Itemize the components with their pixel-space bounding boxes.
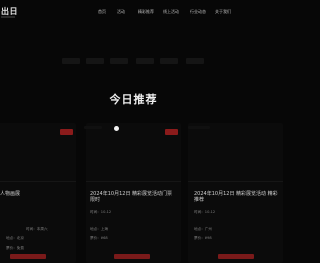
card-divider: [86, 181, 181, 182]
card-title[interactable]: 人物画展: [0, 191, 70, 197]
hot-badge: [60, 129, 73, 135]
card-meta-time: 时间：10-12: [194, 210, 216, 214]
mouse-cursor: [114, 126, 119, 131]
event-card-3[interactable]: 2024年10月12日 精彩展览活动 精彩推荐 时间：10-12 地点：广州 票…: [188, 123, 283, 263]
filter-chip-salon[interactable]: [186, 58, 204, 64]
card-meta-price: 票价：免费: [6, 246, 24, 250]
event-card-2[interactable]: 2024年10月12日 精彩展览活动门票 限时 时间：10-12 地点：上海 票…: [84, 123, 181, 263]
card-meta-time: 时间：10-12: [90, 210, 112, 214]
nav-item-news[interactable]: 行业动态: [190, 9, 206, 15]
nav-item-home[interactable]: 首页: [98, 9, 106, 15]
top-bar: 出日 首页 活动 精彩推荐 线上活动 行业动态 关于我们: [0, 0, 267, 26]
card-divider: [188, 181, 283, 182]
card-meta-price: 票价：¥98: [194, 236, 212, 240]
page-title: 今日推荐: [109, 93, 158, 106]
nav-item-about[interactable]: 关于我们: [215, 9, 231, 15]
nav-item-recommend[interactable]: 精彩推荐: [138, 9, 154, 15]
filter-chip-lecture[interactable]: [136, 58, 154, 64]
card-3-buy-button[interactable]: [218, 254, 254, 259]
card-divider: [0, 181, 76, 182]
logo-underline: [1, 16, 15, 18]
card-title[interactable]: 2024年10月12日 精彩展览活动门票 限时: [90, 191, 178, 203]
event-card-1[interactable]: 人物画展 时间：本周六 地点：北京 票价：免费: [0, 123, 76, 263]
card-1-buy-button[interactable]: [10, 254, 46, 259]
card-2-buy-button[interactable]: [114, 254, 150, 259]
card-meta-location: 地点：上海: [90, 227, 108, 231]
card-meta-location: 地点：广州: [194, 227, 212, 231]
card-meta-price: 票价：¥68: [90, 236, 108, 240]
filter-chip-show[interactable]: [110, 58, 128, 64]
card-top-label: [188, 126, 210, 129]
filter-chip-exhibition[interactable]: [86, 58, 104, 64]
nav-item-online[interactable]: 线上活动: [163, 9, 179, 15]
filter-chip-all[interactable]: [62, 58, 80, 64]
card-meta-time: 时间：本周六: [26, 227, 48, 231]
card-title[interactable]: 2024年10月12日 精彩展览活动 精彩推荐: [194, 191, 279, 203]
hot-badge: [165, 129, 178, 135]
filter-chip-market[interactable]: [160, 58, 178, 64]
card-meta-location: 地点：北京: [6, 236, 24, 240]
card-top-label: [84, 126, 102, 129]
nav-item-events[interactable]: 活动: [117, 9, 125, 15]
